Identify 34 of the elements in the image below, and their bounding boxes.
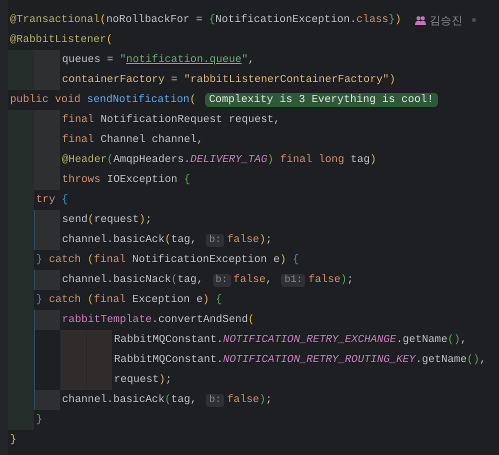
author-name[interactable]: 김승진: [429, 12, 462, 28]
code-text: send(request);: [62, 214, 152, 226]
inlay-hint: b:: [206, 234, 224, 246]
code-text: @Header(AmqpHeaders.DELIVERY_TAG) final long tag): [62, 154, 376, 166]
dot-icon: [472, 18, 476, 22]
code-text: rabbitTemplate.convertAndSend(: [62, 314, 254, 326]
code-text: } catch (final Exception e) {: [36, 294, 222, 306]
code-text: @Transactional(noRollbackFor = {NotificationException.class}): [10, 14, 402, 26]
code-text: RabbitMQConstant.NOTIFICATION_RETRY_ROUTING_KEY.getName(),: [114, 354, 486, 366]
code-text: channel.basicNack(tag,: [62, 274, 204, 286]
code-text: final NotificationRequest request,: [62, 114, 280, 126]
code-text: throws IOException {: [62, 174, 190, 186]
code-text: channel.basicAck(tag,: [62, 234, 198, 246]
code-text: @RabbitListener(: [10, 34, 113, 46]
code-text: false,: [234, 274, 274, 286]
code-text: public void sendNotification(: [10, 94, 196, 106]
code-text: } catch (final NotificationException e) {: [36, 254, 299, 266]
inlay-hint: b:: [212, 274, 231, 286]
complexity-badge: Complexity is 3 Everything is cool!: [205, 93, 438, 107]
people-icon: [415, 16, 426, 24]
inlay-hint: b:: [206, 394, 224, 406]
code-text: request);: [114, 374, 172, 386]
code-text: channel.basicAck(tag,: [62, 394, 198, 406]
code-text: }: [10, 434, 16, 446]
code-text: false);: [227, 394, 272, 406]
code-text: queues = "notification.queue",: [62, 54, 254, 66]
code-text: RabbitMQConstant.NOTIFICATION_RETRY_EXCHANGE.getName(),: [114, 334, 467, 346]
code-text: false);: [308, 274, 354, 286]
code-text: containerFactory = "rabbitListenerContainerFactory"): [62, 74, 396, 86]
code-text: try {: [36, 194, 68, 206]
code-text: final Channel channel,: [62, 134, 204, 146]
code-text: false);: [227, 234, 272, 246]
code-text: }: [36, 414, 42, 426]
inlay-hint: b1:: [281, 274, 306, 286]
